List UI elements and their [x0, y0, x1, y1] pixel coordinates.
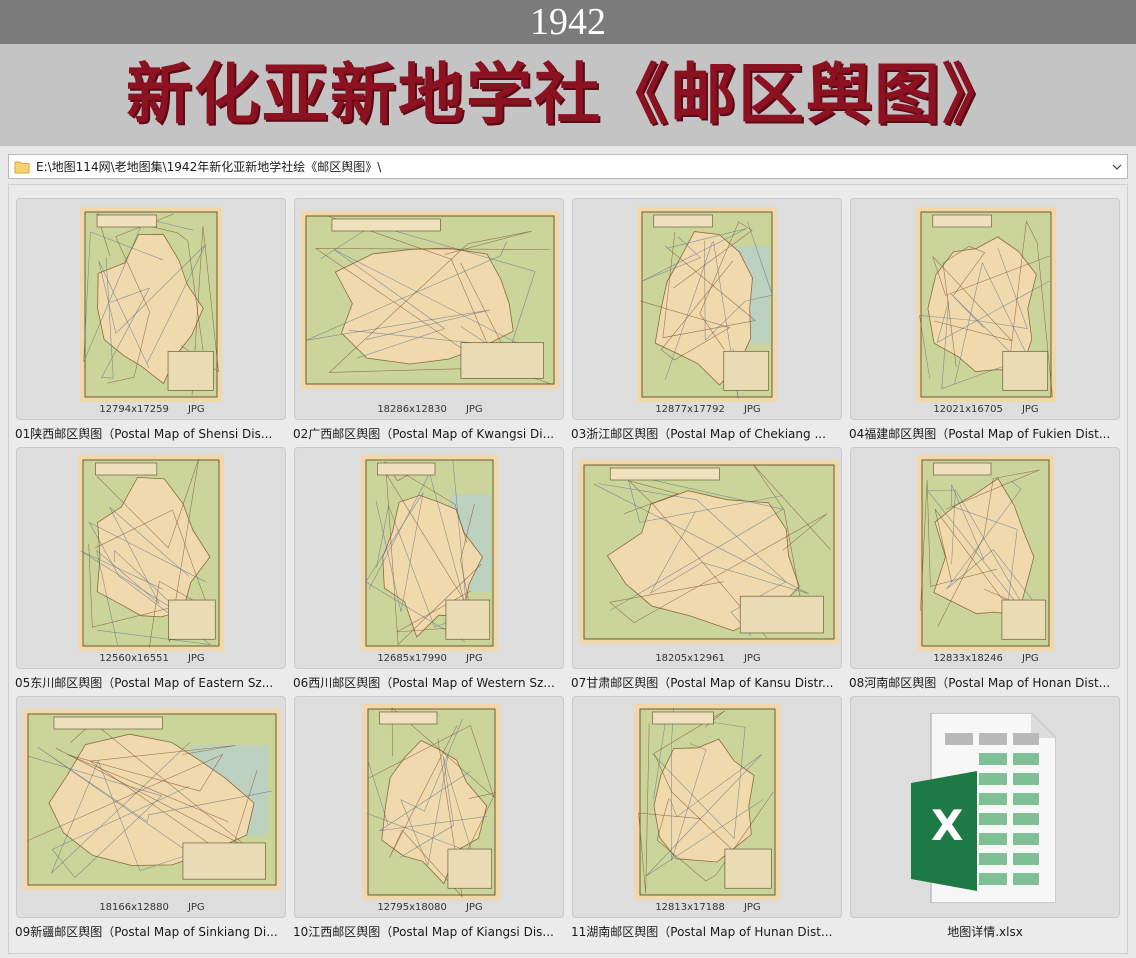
xlsx-file-name[interactable]: 地图详情.xlsx — [847, 923, 1123, 940]
map-thumbnail — [78, 455, 224, 656]
dims-value: 12795x18080 — [377, 902, 447, 913]
dims-value: 12833x18246 — [933, 653, 1003, 664]
dims-value: 12685x17990 — [377, 653, 447, 664]
image-dimensions: 12794x17259 JPG — [17, 404, 287, 415]
file-tile[interactable]: 12685x17990 JPG — [294, 447, 564, 669]
map-thumbnail — [579, 460, 839, 649]
file-name[interactable]: 01陕西邮区舆图（Postal Map of Shensi Dis... — [15, 425, 291, 442]
file-type: JPG — [187, 404, 205, 415]
image-dimensions: 18166x12880 JPG — [17, 902, 287, 913]
file-name[interactable]: 05东川邮区舆图（Postal Map of Eastern Sz... — [15, 674, 291, 691]
chevron-down-icon[interactable] — [1107, 155, 1127, 178]
file-type: JPG — [187, 902, 205, 913]
image-dimensions: 12877x17792 JPG — [573, 404, 843, 415]
file-type: JPG — [465, 902, 483, 913]
map-thumbnail — [916, 207, 1056, 407]
file-tile[interactable]: 12021x16705 JPG — [850, 198, 1120, 420]
file-tile[interactable]: 18205x12961 JPG — [572, 447, 842, 669]
address-path[interactable]: E:\地图114网\老地图集\1942年新化亚新地学社绘《邮区舆图》\ — [36, 158, 1107, 175]
file-tile[interactable]: 12813x17188 JPG — [572, 696, 842, 918]
dims-value: 12021x16705 — [933, 404, 1003, 415]
file-tile[interactable]: 12833x18246 JPG — [850, 447, 1120, 669]
map-thumbnail — [363, 704, 500, 905]
file-type: JPG — [743, 902, 761, 913]
file-name[interactable]: 08河南邮区舆图（Postal Map of Honan Dist... — [849, 674, 1125, 691]
image-dimensions: 18205x12961 JPG — [573, 653, 843, 664]
image-dimensions: 12833x18246 JPG — [851, 653, 1121, 664]
address-bar[interactable]: E:\地图114网\老地图集\1942年新化亚新地学社绘《邮区舆图》\ — [8, 154, 1128, 179]
image-dimensions: 18286x12830 JPG — [295, 404, 565, 415]
map-thumbnail — [637, 207, 777, 407]
dims-value: 18205x12961 — [655, 653, 725, 664]
file-tile[interactable]: 12794x17259 JPG — [16, 198, 286, 420]
file-name[interactable]: 02广西邮区舆图（Postal Map of Kwangsi Di... — [293, 425, 569, 442]
file-name[interactable]: 04福建邮区舆图（Postal Map of Fukien Dist... — [849, 425, 1125, 442]
file-name[interactable]: 03浙江邮区舆图（Postal Map of Chekiang ... — [571, 425, 847, 442]
dims-value: 12877x17792 — [655, 404, 725, 415]
file-type: JPG — [743, 404, 761, 415]
file-name[interactable]: 07甘肃邮区舆图（Postal Map of Kansu Distr... — [571, 674, 847, 691]
file-tile-xlsx[interactable]: X — [850, 696, 1120, 918]
image-dimensions: 12685x17990 JPG — [295, 653, 565, 664]
file-tile[interactable]: 12877x17792 JPG — [572, 198, 842, 420]
excel-icon: X — [911, 712, 1057, 908]
image-dimensions: 12021x16705 JPG — [851, 404, 1121, 415]
map-thumbnail — [23, 709, 281, 895]
file-type: JPG — [1021, 653, 1039, 664]
file-tile[interactable]: 18166x12880 JPG — [16, 696, 286, 918]
file-type: JPG — [465, 653, 483, 664]
map-thumbnail — [635, 704, 780, 905]
map-thumbnail — [917, 455, 1054, 656]
dims-value: 12813x17188 — [655, 902, 725, 913]
file-name[interactable]: 06西川邮区舆图（Postal Map of Western Sz... — [293, 674, 569, 691]
year-text: 1942 — [530, 1, 606, 43]
file-type: JPG — [187, 653, 205, 664]
map-thumbnail — [80, 207, 222, 407]
banner-title: 新化亚新地学社《邮区舆图》 — [126, 56, 1010, 133]
file-tile[interactable]: 18286x12830 JPG — [294, 198, 564, 420]
image-dimensions: 12795x18080 JPG — [295, 902, 565, 913]
map-thumbnail — [301, 211, 559, 394]
file-name[interactable]: 10江西邮区舆图（Postal Map of Kiangsi Dis... — [293, 923, 569, 940]
file-grid: X 地图详情.xlsx 12794x17259 JPG 01陕西邮区舆图（Post… — [8, 184, 1128, 954]
title-banner: 新化亚新地学社《邮区舆图》 — [0, 44, 1136, 146]
dims-value: 18166x12880 — [99, 902, 169, 913]
file-name[interactable]: 11湖南邮区舆图（Postal Map of Hunan Dist... — [571, 923, 847, 940]
file-type: JPG — [465, 404, 483, 415]
file-type: JPG — [743, 653, 761, 664]
map-thumbnail — [361, 455, 498, 656]
year-header: 1942 — [0, 0, 1136, 44]
file-type: JPG — [1021, 404, 1039, 415]
dims-value: 12794x17259 — [99, 404, 169, 415]
file-name[interactable]: 09新疆邮区舆图（Postal Map of Sinkiang Di... — [15, 923, 291, 940]
file-tile[interactable]: 12560x16551 JPG — [16, 447, 286, 669]
image-dimensions: 12560x16551 JPG — [17, 653, 287, 664]
dims-value: 18286x12830 — [377, 404, 447, 415]
excel-letter: X — [931, 801, 964, 850]
folder-icon — [14, 159, 30, 175]
image-dimensions: 12813x17188 JPG — [573, 902, 843, 913]
file-tile[interactable]: 12795x18080 JPG — [294, 696, 564, 918]
dims-value: 12560x16551 — [99, 653, 169, 664]
